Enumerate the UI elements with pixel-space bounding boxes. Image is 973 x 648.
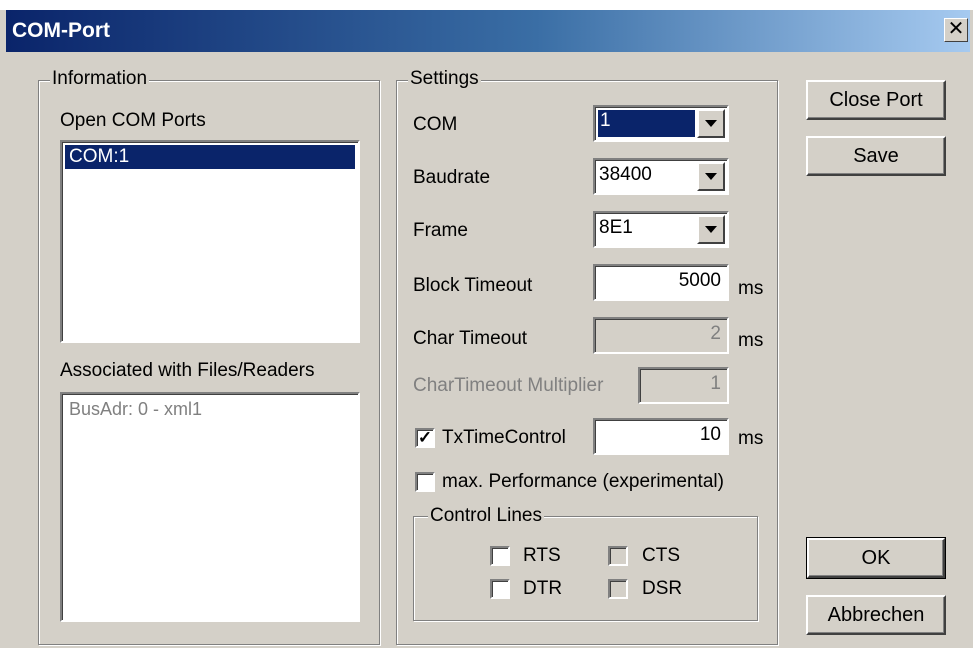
- com-label: COM: [413, 114, 458, 135]
- rts-label: RTS: [523, 545, 561, 566]
- information-legend: Information: [50, 68, 150, 90]
- chevron-down-icon[interactable]: [697, 109, 725, 138]
- frame-label: Frame: [413, 220, 468, 241]
- char-timeout-value: 2: [710, 323, 721, 344]
- frame-select[interactable]: 8E1: [593, 211, 729, 248]
- char-timeout-multiplier-value: 1: [710, 373, 721, 394]
- dtr-checkbox[interactable]: [490, 579, 510, 599]
- title-bar[interactable]: COM-Port ✕: [6, 10, 970, 52]
- block-timeout-label: Block Timeout: [413, 275, 533, 296]
- save-button[interactable]: Save: [806, 136, 946, 176]
- associated-list[interactable]: BusAdr: 0 - xml1: [60, 392, 360, 622]
- ok-button[interactable]: OK: [806, 537, 946, 579]
- window-title: COM-Port: [12, 19, 110, 42]
- dtr-label: DTR: [523, 578, 563, 599]
- close-icon[interactable]: ✕: [944, 18, 968, 42]
- tx-time-control-checkbox[interactable]: ✓: [415, 428, 435, 448]
- list-item: BusAdr: 0 - xml1: [69, 399, 203, 419]
- chevron-down-icon[interactable]: [697, 162, 725, 191]
- com-select[interactable]: 1: [593, 105, 729, 142]
- block-timeout-input[interactable]: 5000: [593, 264, 729, 301]
- control-lines-group: [413, 516, 758, 621]
- tx-time-control-label: TxTimeControl: [442, 427, 566, 448]
- char-timeout-multiplier-label: CharTimeout Multiplier: [413, 375, 604, 396]
- max-performance-checkbox[interactable]: [415, 472, 435, 492]
- char-timeout-label: Char Timeout: [413, 328, 528, 349]
- associated-label: Associated with Files/Readers: [60, 360, 315, 381]
- char-timeout-multiplier-input: 1: [638, 367, 729, 404]
- com-value: 1: [598, 110, 695, 137]
- cts-label: CTS: [642, 545, 680, 566]
- baudrate-select[interactable]: 38400: [593, 158, 729, 195]
- block-timeout-value: 5000: [678, 270, 721, 291]
- tx-time-control-unit: ms: [738, 428, 764, 449]
- tx-time-control-value: 10: [699, 424, 721, 445]
- chevron-down-icon[interactable]: [697, 215, 725, 244]
- frame-value: 8E1: [599, 217, 633, 238]
- cts-checkbox: [608, 546, 628, 566]
- dsr-label: DSR: [642, 578, 683, 599]
- close-port-button[interactable]: Close Port: [806, 80, 946, 120]
- open-ports-list[interactable]: COM:1: [60, 140, 360, 343]
- settings-legend: Settings: [408, 68, 481, 90]
- cancel-button[interactable]: Abbrechen: [806, 595, 946, 635]
- block-timeout-unit: ms: [738, 278, 764, 299]
- list-item[interactable]: COM:1: [65, 145, 355, 169]
- char-timeout-unit: ms: [738, 330, 764, 351]
- baudrate-value: 38400: [599, 164, 652, 185]
- control-lines-legend: Control Lines: [428, 505, 544, 527]
- baudrate-label: Baudrate: [413, 167, 491, 188]
- dsr-checkbox: [608, 579, 628, 599]
- rts-checkbox[interactable]: [490, 546, 510, 566]
- char-timeout-input: 2: [593, 317, 729, 354]
- tx-time-control-input[interactable]: 10: [593, 418, 729, 455]
- max-performance-label: max. Performance (experimental): [442, 471, 724, 492]
- open-ports-label: Open COM Ports: [60, 110, 206, 131]
